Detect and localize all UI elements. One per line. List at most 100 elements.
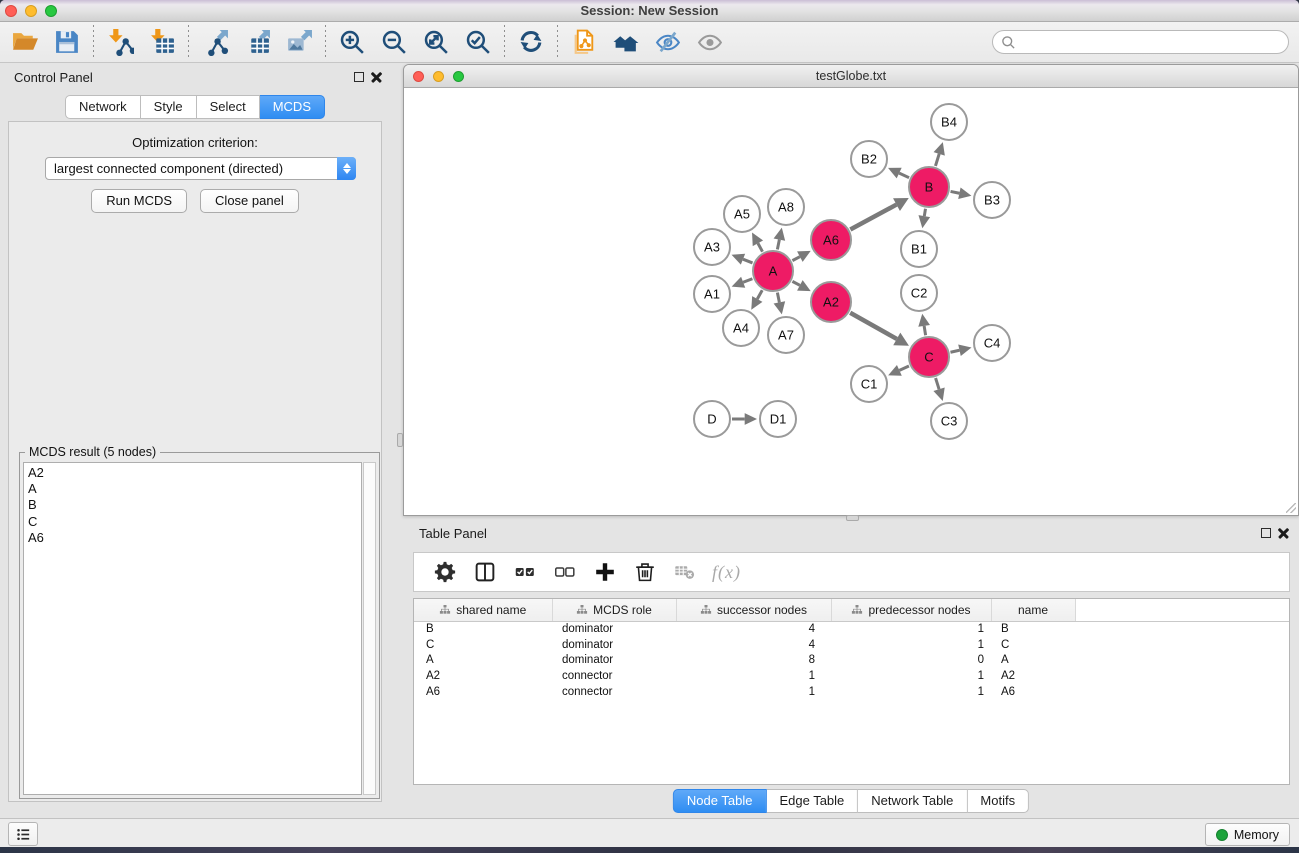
graph-edge-B-B2[interactable] — [899, 173, 909, 178]
export-table-button[interactable] — [236, 24, 278, 60]
export-image-button[interactable] — [278, 24, 320, 60]
table-cell[interactable]: A2 — [991, 668, 1075, 684]
open-folder-button[interactable] — [4, 24, 46, 60]
mcds-result-item[interactable]: C — [28, 514, 361, 530]
network-graph-canvas[interactable]: B4B2BB3A8A5A6A3B1AC2A1A2A4A7C4CC1DD1C3 — [405, 89, 1298, 515]
table-cell[interactable]: A — [414, 653, 552, 669]
float-table-panel-icon[interactable] — [1261, 528, 1271, 538]
home-button[interactable] — [605, 24, 647, 60]
table-tab-motifs[interactable]: Motifs — [967, 789, 1029, 813]
zoom-in-button[interactable] — [331, 24, 373, 60]
graph-edge-A-A3[interactable] — [743, 259, 753, 263]
tab-network[interactable]: Network — [65, 95, 141, 119]
table-cell[interactable]: 1 — [831, 684, 991, 700]
graph-edge-C-C2[interactable] — [924, 326, 925, 335]
table-cell[interactable]: C — [414, 637, 552, 653]
graph-edge-A-A7[interactable] — [777, 293, 779, 303]
float-panel-icon[interactable] — [354, 72, 364, 82]
gear-button[interactable] — [432, 559, 458, 585]
table-cell[interactable]: 8 — [676, 653, 831, 669]
tab-style[interactable]: Style — [141, 95, 197, 119]
graph-edge-B-B4[interactable] — [935, 154, 939, 166]
network-window-titlebar[interactable]: testGlobe.txt — [404, 65, 1298, 88]
table-tab-node-table[interactable]: Node Table — [673, 789, 767, 813]
table-row[interactable]: A2connector11A2 — [414, 668, 1289, 684]
memory-button[interactable]: Memory — [1205, 823, 1290, 846]
mcds-result-item[interactable]: A6 — [28, 530, 361, 546]
mcds-result-item[interactable]: A — [28, 481, 361, 497]
table-cell[interactable]: A2 — [414, 668, 552, 684]
table-cell[interactable]: dominator — [552, 653, 676, 669]
network-file-button[interactable] — [563, 24, 605, 60]
table-cell[interactable]: connector — [552, 668, 676, 684]
resize-grip-icon[interactable] — [1286, 503, 1296, 513]
zoom-selected-button[interactable] — [457, 24, 499, 60]
columns-button[interactable] — [472, 559, 498, 585]
table-cell[interactable]: 4 — [676, 621, 831, 637]
search-input[interactable] — [1016, 35, 1288, 50]
table-tab-edge-table[interactable]: Edge Table — [766, 789, 858, 813]
vertical-splitter-handle[interactable] — [397, 433, 403, 447]
save-button[interactable] — [46, 24, 88, 60]
mcds-result-item[interactable]: B — [28, 497, 361, 513]
close-panel-button[interactable]: Close panel — [200, 189, 299, 213]
import-table-button[interactable] — [141, 24, 183, 60]
table-row[interactable]: Cdominator41C — [414, 637, 1289, 653]
graph-edge-A2-C[interactable] — [850, 313, 897, 339]
column-header-shared-name[interactable]: shared name — [414, 599, 552, 621]
refresh-button[interactable] — [510, 24, 552, 60]
table-cell[interactable]: dominator — [552, 637, 676, 653]
mcds-result-item[interactable]: A2 — [28, 465, 361, 481]
graph-edge-A-A4[interactable] — [757, 290, 762, 299]
table-row[interactable]: Adominator80A — [414, 653, 1289, 669]
column-header-successor-nodes[interactable]: successor nodes — [676, 599, 831, 621]
table-row[interactable]: A6connector11A6 — [414, 684, 1289, 700]
task-history-button[interactable] — [8, 822, 38, 846]
eye-button[interactable] — [689, 24, 731, 60]
plus-button[interactable] — [592, 559, 618, 585]
table-cell[interactable]: A — [991, 653, 1075, 669]
graph-edge-C-C4[interactable] — [950, 350, 959, 352]
column-header-MCDS-role[interactable]: MCDS role — [552, 599, 676, 621]
table-cell[interactable]: 0 — [831, 653, 991, 669]
graph-edge-A-A6[interactable] — [792, 257, 799, 261]
graph-edge-A-A5[interactable] — [758, 243, 763, 251]
table-cell[interactable]: A6 — [991, 684, 1075, 700]
column-header-predecessor-nodes[interactable]: predecessor nodes — [831, 599, 991, 621]
table-cell[interactable]: connector — [552, 684, 676, 700]
table-tab-network-table[interactable]: Network Table — [858, 789, 967, 813]
table-cell[interactable]: A6 — [414, 684, 552, 700]
table-cell[interactable]: B — [414, 621, 552, 637]
table-cell[interactable]: 1 — [831, 668, 991, 684]
table-cell[interactable]: 1 — [676, 668, 831, 684]
table-cell[interactable]: dominator — [552, 621, 676, 637]
deselect-all-button[interactable] — [552, 559, 578, 585]
table-cell[interactable]: B — [991, 621, 1075, 637]
graph-edge-A-A1[interactable] — [743, 279, 752, 282]
select-all-button[interactable] — [512, 559, 538, 585]
graph-edge-A-A2[interactable] — [792, 281, 799, 285]
criterion-dropdown[interactable]: largest connected component (directed) — [45, 157, 356, 180]
trash-button[interactable] — [632, 559, 658, 585]
table-cell[interactable]: 1 — [831, 637, 991, 653]
graph-edge-B-B1[interactable] — [924, 209, 925, 216]
table-cell[interactable]: 1 — [831, 621, 991, 637]
graph-edge-C-C1[interactable] — [899, 366, 909, 370]
column-header-name[interactable]: name — [991, 599, 1075, 621]
zoom-fit-button[interactable] — [415, 24, 457, 60]
graph-edge-C-C3[interactable] — [936, 378, 940, 389]
import-network-button[interactable] — [99, 24, 141, 60]
graph-edge-B-B3[interactable] — [951, 191, 960, 193]
run-mcds-button[interactable]: Run MCDS — [91, 189, 187, 213]
search-box[interactable] — [992, 30, 1289, 54]
close-table-panel-icon[interactable] — [1278, 528, 1289, 539]
graph-edge-A-A8[interactable] — [777, 240, 779, 250]
result-list-scrollbar[interactable] — [363, 462, 376, 795]
graph-edge-A6-B[interactable] — [850, 205, 896, 230]
export-network-button[interactable] — [194, 24, 236, 60]
table-cell[interactable]: 1 — [676, 684, 831, 700]
table-cell[interactable]: C — [991, 637, 1075, 653]
table-row[interactable]: Bdominator41B — [414, 621, 1289, 637]
table-cell[interactable]: 4 — [676, 637, 831, 653]
close-panel-icon[interactable] — [371, 72, 382, 83]
